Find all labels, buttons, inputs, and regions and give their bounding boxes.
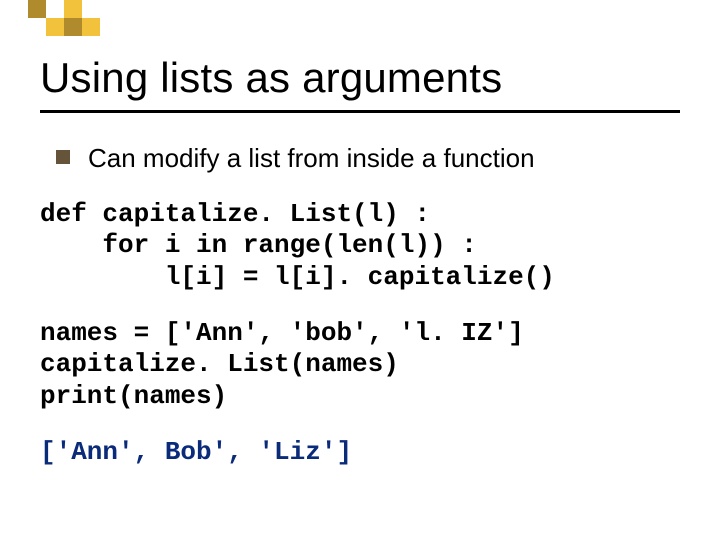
code-line: for i in range(len(l)) : [40, 230, 477, 260]
code-block-def: def capitalize. List(l) : for i in range… [40, 199, 680, 294]
code-line: names = ['Ann', 'bob', 'l. IZ'] [40, 318, 524, 348]
code-line: capitalize. List(names) [40, 349, 399, 379]
code-block-usage: names = ['Ann', 'bob', 'l. IZ'] capitali… [40, 318, 680, 413]
title-underline [40, 110, 680, 113]
bullet-item: Can modify a list from inside a function [56, 142, 680, 175]
slide: Using lists as arguments Can modify a li… [0, 0, 720, 540]
slide-title: Using lists as arguments [40, 54, 680, 102]
code-line: def capitalize. List(l) : [40, 199, 430, 229]
corner-decoration [28, 0, 148, 36]
code-line: l[i] = l[i]. capitalize() [40, 262, 555, 292]
code-line: print(names) [40, 381, 227, 411]
code-output: ['Ann', Bob', 'Liz'] [40, 437, 680, 467]
bullet-square-icon [56, 150, 70, 164]
bullet-text: Can modify a list from inside a function [88, 142, 535, 175]
